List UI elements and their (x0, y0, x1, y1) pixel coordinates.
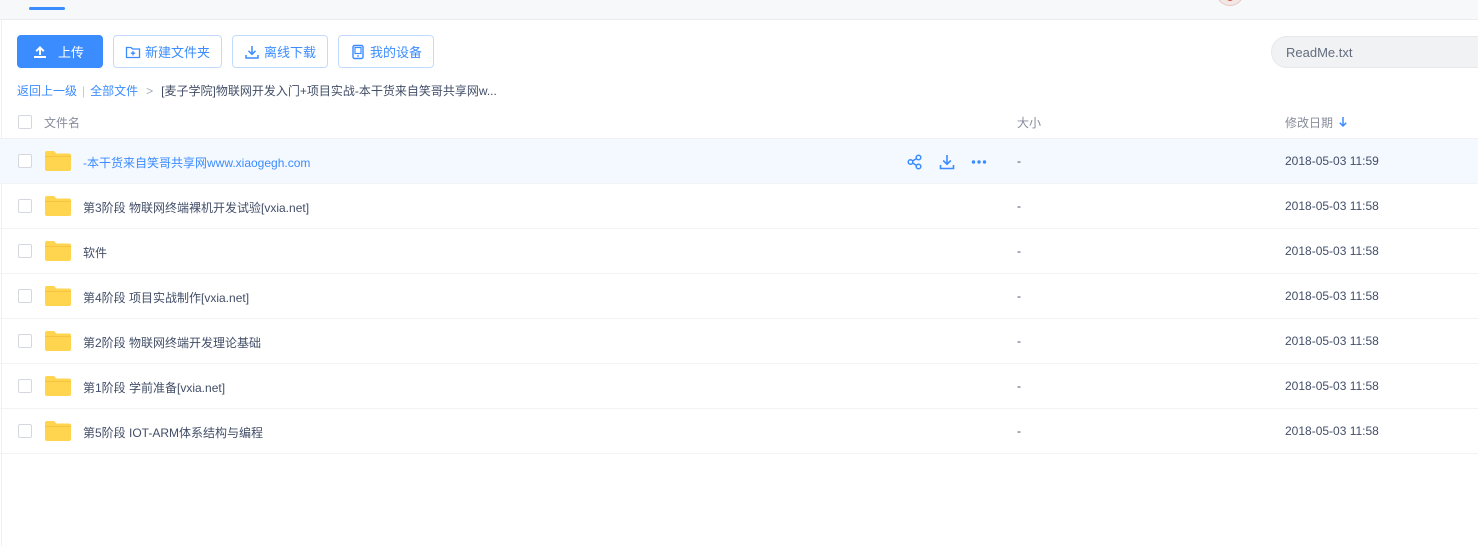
file-date: 2018-05-03 11:58 (1285, 424, 1379, 438)
file-name[interactable]: 第2阶段 物联网终端开发理论基础 (83, 334, 261, 351)
file-size: - (1017, 424, 1021, 438)
avatar[interactable] (1216, 0, 1244, 6)
device-icon (352, 44, 364, 59)
breadcrumb-current: [麦子学院]物联网开发入门+项目实战-本干货来自笑哥共享网w... (161, 84, 497, 98)
download-icon (245, 45, 259, 59)
row-checkbox[interactable] (18, 424, 32, 438)
back-link[interactable]: 返回上一级 (17, 82, 77, 99)
file-name[interactable]: 第3阶段 物联网终端裸机开发试验[vxia.net] (83, 199, 309, 216)
active-tab-indicator (29, 7, 65, 10)
all-files-link[interactable]: 全部文件 (90, 82, 138, 99)
table-row[interactable]: 第1阶段 学前准备[vxia.net] - 2018-05-03 11:58 (0, 364, 1478, 409)
file-name[interactable]: 第4阶段 项目实战制作[vxia.net] (83, 289, 249, 306)
column-size-header[interactable]: 大小 (1017, 114, 1041, 131)
toolbar: 上传 新建文件夹 离线下载 我的设备 (17, 35, 435, 69)
offline-download-button-label: 离线下载 (264, 45, 317, 60)
upload-button-label: 上传 (58, 45, 85, 60)
search-box (1271, 36, 1478, 68)
my-devices-button[interactable]: 我的设备 (338, 35, 435, 68)
file-name[interactable]: 第1阶段 学前准备[vxia.net] (83, 379, 225, 396)
table-row[interactable]: 软件 - 2018-05-03 11:58 (0, 229, 1478, 274)
row-checkbox[interactable] (18, 289, 32, 303)
file-size: - (1017, 334, 1021, 348)
folder-icon (45, 286, 71, 306)
share-icon[interactable] (906, 153, 924, 171)
download-icon[interactable] (938, 153, 956, 171)
file-size: - (1017, 289, 1021, 303)
file-date: 2018-05-03 11:58 (1285, 244, 1379, 258)
file-date: 2018-05-03 11:58 (1285, 379, 1379, 393)
search-input[interactable] (1286, 44, 1476, 60)
my-devices-button-label: 我的设备 (370, 45, 423, 60)
folder-icon (45, 241, 71, 261)
new-folder-button-label: 新建文件夹 (145, 45, 211, 60)
file-list: -本干货来自笑哥共享网www.xiaogegh.com - 2018-05-03… (0, 139, 1478, 454)
file-size: - (1017, 154, 1021, 168)
column-name-header[interactable]: 文件名 (44, 114, 80, 131)
more-icon[interactable] (970, 153, 988, 171)
table-row[interactable]: -本干货来自笑哥共享网www.xiaogegh.com - 2018-05-03… (0, 139, 1478, 184)
row-checkbox[interactable] (18, 334, 32, 348)
table-row[interactable]: 第5阶段 IOT-ARM体系结构与编程 - 2018-05-03 11:58 (0, 409, 1478, 454)
folder-icon (45, 151, 71, 171)
table-row[interactable]: 第3阶段 物联网终端裸机开发试验[vxia.net] - 2018-05-03 … (0, 184, 1478, 229)
table-header: 文件名 大小 修改日期 (0, 106, 1478, 139)
upload-icon (34, 45, 46, 58)
new-folder-icon (125, 46, 141, 58)
sort-down-icon[interactable] (1338, 116, 1348, 128)
folder-icon (45, 421, 71, 441)
select-all-checkbox[interactable] (18, 115, 32, 129)
row-checkbox[interactable] (18, 154, 32, 168)
file-size: - (1017, 379, 1021, 393)
offline-download-button[interactable]: 离线下载 (232, 35, 329, 68)
row-checkbox[interactable] (18, 379, 32, 393)
new-folder-button[interactable]: 新建文件夹 (113, 35, 223, 68)
row-checkbox[interactable] (18, 244, 32, 258)
folder-icon (45, 331, 71, 351)
breadcrumb-arrow: > (146, 83, 154, 98)
breadcrumb-separator: | (82, 83, 86, 98)
file-size: - (1017, 244, 1021, 258)
breadcrumb: 返回上一级 | 全部文件 > [麦子学院]物联网开发入门+项目实战-本干货来自笑… (17, 82, 497, 99)
column-date-header[interactable]: 修改日期 (1285, 114, 1333, 131)
row-actions (906, 153, 988, 171)
upload-button[interactable]: 上传 (17, 35, 103, 68)
file-name[interactable]: 软件 (83, 244, 107, 261)
folder-icon (45, 376, 71, 396)
file-date: 2018-05-03 11:58 (1285, 334, 1379, 348)
folder-icon (45, 196, 71, 216)
row-checkbox[interactable] (18, 199, 32, 213)
table-row[interactable]: 第2阶段 物联网终端开发理论基础 - 2018-05-03 11:58 (0, 319, 1478, 364)
file-date: 2018-05-03 11:58 (1285, 199, 1379, 213)
top-bar (0, 0, 1478, 20)
table-row[interactable]: 第4阶段 项目实战制作[vxia.net] - 2018-05-03 11:58 (0, 274, 1478, 319)
file-name[interactable]: -本干货来自笑哥共享网www.xiaogegh.com (83, 154, 310, 171)
file-size: - (1017, 199, 1021, 213)
file-date: 2018-05-03 11:58 (1285, 289, 1379, 303)
file-name[interactable]: 第5阶段 IOT-ARM体系结构与编程 (83, 424, 263, 441)
file-date: 2018-05-03 11:59 (1285, 154, 1379, 168)
